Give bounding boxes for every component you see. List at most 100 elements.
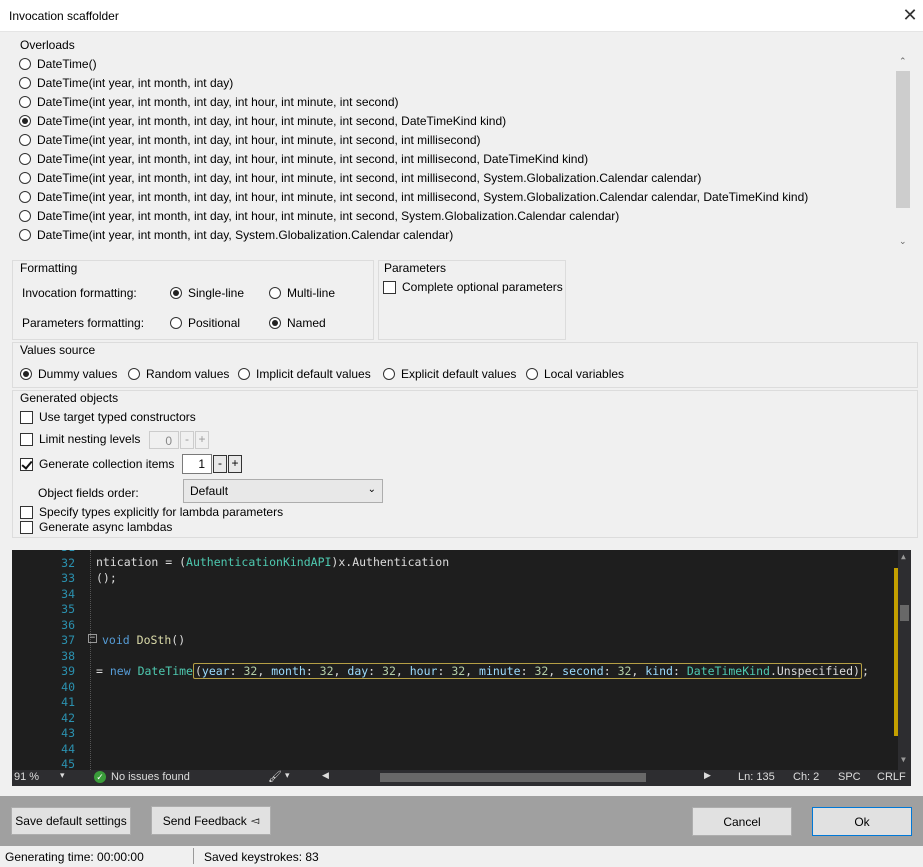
single-line-radio[interactable] <box>170 287 182 299</box>
generate-collection-option[interactable]: Generate collection items <box>20 457 174 471</box>
collection-minus-button[interactable]: - <box>213 455 227 473</box>
overloads-panel: Overloads DateTime() DateTime(int year, i… <box>12 36 918 254</box>
overload-item[interactable]: DateTime(int year, int month, int day, i… <box>19 114 506 128</box>
multi-line-label: Multi-line <box>287 286 336 300</box>
scroll-right-icon[interactable]: ▶ <box>704 770 711 781</box>
code-text: ntication = ( <box>96 555 187 569</box>
positional-radio[interactable] <box>170 317 182 329</box>
overload-label: DateTime(int year, int month, int day) <box>37 76 234 90</box>
positional-option[interactable]: Positional <box>170 316 240 330</box>
random-values-label: Random values <box>146 367 230 381</box>
implicit-default-radio[interactable] <box>238 368 250 380</box>
nesting-minus-button[interactable]: - <box>180 431 194 449</box>
overload-item[interactable]: DateTime(int year, int month, int day, i… <box>19 209 619 223</box>
overload-radio[interactable] <box>19 96 31 108</box>
specify-types-option[interactable]: Specify types explicitly for lambda para… <box>20 505 283 519</box>
footer-status-bar: Generating time: 00:00:00 Saved keystrok… <box>0 846 923 867</box>
scroll-up-icon[interactable]: ⌃ <box>899 56 907 67</box>
editor-vertical-scrollbar[interactable]: ▲ ▼ <box>898 550 911 770</box>
overload-radio[interactable] <box>19 153 31 165</box>
line-number: 38 <box>61 648 75 663</box>
zoom-level[interactable]: 91 % <box>14 771 39 783</box>
overload-item[interactable]: DateTime(int year, int month, int day, i… <box>19 190 808 204</box>
scroll-down-icon[interactable]: ⌄ <box>899 236 907 247</box>
nesting-levels-input[interactable]: 0 <box>149 431 179 449</box>
fields-order-select[interactable]: Default ⌄ <box>183 479 383 503</box>
complete-optional-option[interactable]: Complete optional parameters <box>383 280 563 294</box>
scroll-thumb[interactable] <box>896 71 910 208</box>
local-variables-option[interactable]: Local variables <box>526 367 624 381</box>
save-default-button[interactable]: Save default settings <box>11 807 131 835</box>
overload-item[interactable]: DateTime(int year, int month, int day, S… <box>19 228 453 242</box>
overload-item[interactable]: DateTime(int year, int month, int day, i… <box>19 133 481 147</box>
overload-radio[interactable] <box>19 229 31 241</box>
complete-optional-checkbox[interactable] <box>383 280 396 294</box>
explicit-default-option[interactable]: Explicit default values <box>383 367 516 381</box>
use-target-typed-checkbox[interactable] <box>20 410 33 424</box>
overload-item[interactable]: DateTime(int year, int month, int day, i… <box>19 152 588 166</box>
overload-radio[interactable] <box>19 172 31 184</box>
specify-types-label: Specify types explicitly for lambda para… <box>39 505 284 519</box>
limit-nesting-checkbox[interactable] <box>20 432 33 446</box>
horizontal-scroll-thumb[interactable] <box>380 773 646 782</box>
brush-dropdown-icon[interactable]: ▾ <box>285 770 290 781</box>
overload-radio[interactable] <box>19 77 31 89</box>
overload-radio[interactable] <box>19 115 31 127</box>
random-values-option[interactable]: Random values <box>128 367 229 381</box>
single-line-option[interactable]: Single-line <box>170 286 244 300</box>
arg-type: DateTimeKind <box>686 664 770 678</box>
editor-scroll-thumb[interactable] <box>900 605 909 621</box>
overload-radio[interactable] <box>19 191 31 203</box>
explicit-default-radio[interactable] <box>383 368 395 380</box>
overloads-list[interactable]: DateTime() DateTime(int year, int month, … <box>12 54 892 252</box>
nesting-plus-button[interactable]: + <box>195 431 209 449</box>
overload-item[interactable]: DateTime(int year, int month, int day, i… <box>19 95 399 109</box>
invocation-formatting-label: Invocation formatting: <box>22 286 137 300</box>
specify-types-checkbox[interactable] <box>20 505 33 519</box>
arg-name: month <box>271 664 306 678</box>
ok-button[interactable]: Ok <box>812 807 912 836</box>
close-icon[interactable]: ✕ <box>898 3 922 27</box>
use-target-typed-option[interactable]: Use target typed constructors <box>20 410 196 424</box>
collection-items-input[interactable]: 1 <box>182 454 212 474</box>
dummy-values-option[interactable]: Dummy values <box>20 367 117 381</box>
generate-collection-checkbox[interactable] <box>20 457 33 471</box>
overload-radio[interactable] <box>19 210 31 222</box>
collection-plus-button[interactable]: + <box>228 455 242 473</box>
editor-status-bar: 91 % ▾ ✓ No issues found 🖌 ▾ ◀ ▶ Ln: 135… <box>12 770 911 786</box>
scroll-up-icon[interactable]: ▲ <box>901 552 906 561</box>
dummy-values-radio[interactable] <box>20 368 32 380</box>
overload-item[interactable]: DateTime(int year, int month, int day, i… <box>19 171 701 185</box>
overload-item[interactable]: DateTime() <box>19 57 97 71</box>
random-values-radio[interactable] <box>128 368 140 380</box>
async-lambdas-checkbox[interactable] <box>20 520 33 534</box>
overload-radio[interactable] <box>19 134 31 146</box>
complete-optional-label: Complete optional parameters <box>402 280 563 294</box>
code-text: = <box>96 664 110 678</box>
arg-name: kind <box>645 664 673 678</box>
zoom-dropdown-icon[interactable]: ▾ <box>60 770 65 781</box>
overloads-scrollbar[interactable]: ⌃ ⌄ <box>895 56 911 252</box>
multi-line-option[interactable]: Multi-line <box>269 286 335 300</box>
code-preview-editor[interactable]: 313233343536373839404142434445 ntication… <box>12 550 911 770</box>
multi-line-radio[interactable] <box>269 287 281 299</box>
brush-icon[interactable]: 🖌 <box>268 770 282 783</box>
named-radio[interactable] <box>269 317 281 329</box>
scroll-left-icon[interactable]: ◀ <box>322 770 329 781</box>
implicit-default-option[interactable]: Implicit default values <box>238 367 371 381</box>
local-variables-radio[interactable] <box>526 368 538 380</box>
limit-nesting-option[interactable]: Limit nesting levels <box>20 432 140 446</box>
cancel-button[interactable]: Cancel <box>692 807 792 836</box>
line-ending-indicator[interactable]: CRLF <box>877 771 906 783</box>
scroll-down-icon[interactable]: ▼ <box>901 755 906 764</box>
overload-item[interactable]: DateTime(int year, int month, int day) <box>19 76 233 90</box>
code-type: DateTime <box>137 664 193 678</box>
async-lambdas-option[interactable]: Generate async lambdas <box>20 520 172 534</box>
overload-label: DateTime(int year, int month, int day, i… <box>37 114 507 128</box>
whitespace-indicator[interactable]: SPC <box>838 771 861 783</box>
overload-radio[interactable] <box>19 58 31 70</box>
send-feedback-button[interactable]: Send Feedback ◅ <box>151 806 271 835</box>
issues-status[interactable]: No issues found <box>111 771 190 783</box>
named-option[interactable]: Named <box>269 316 326 330</box>
collapse-icon[interactable]: − <box>88 634 97 643</box>
